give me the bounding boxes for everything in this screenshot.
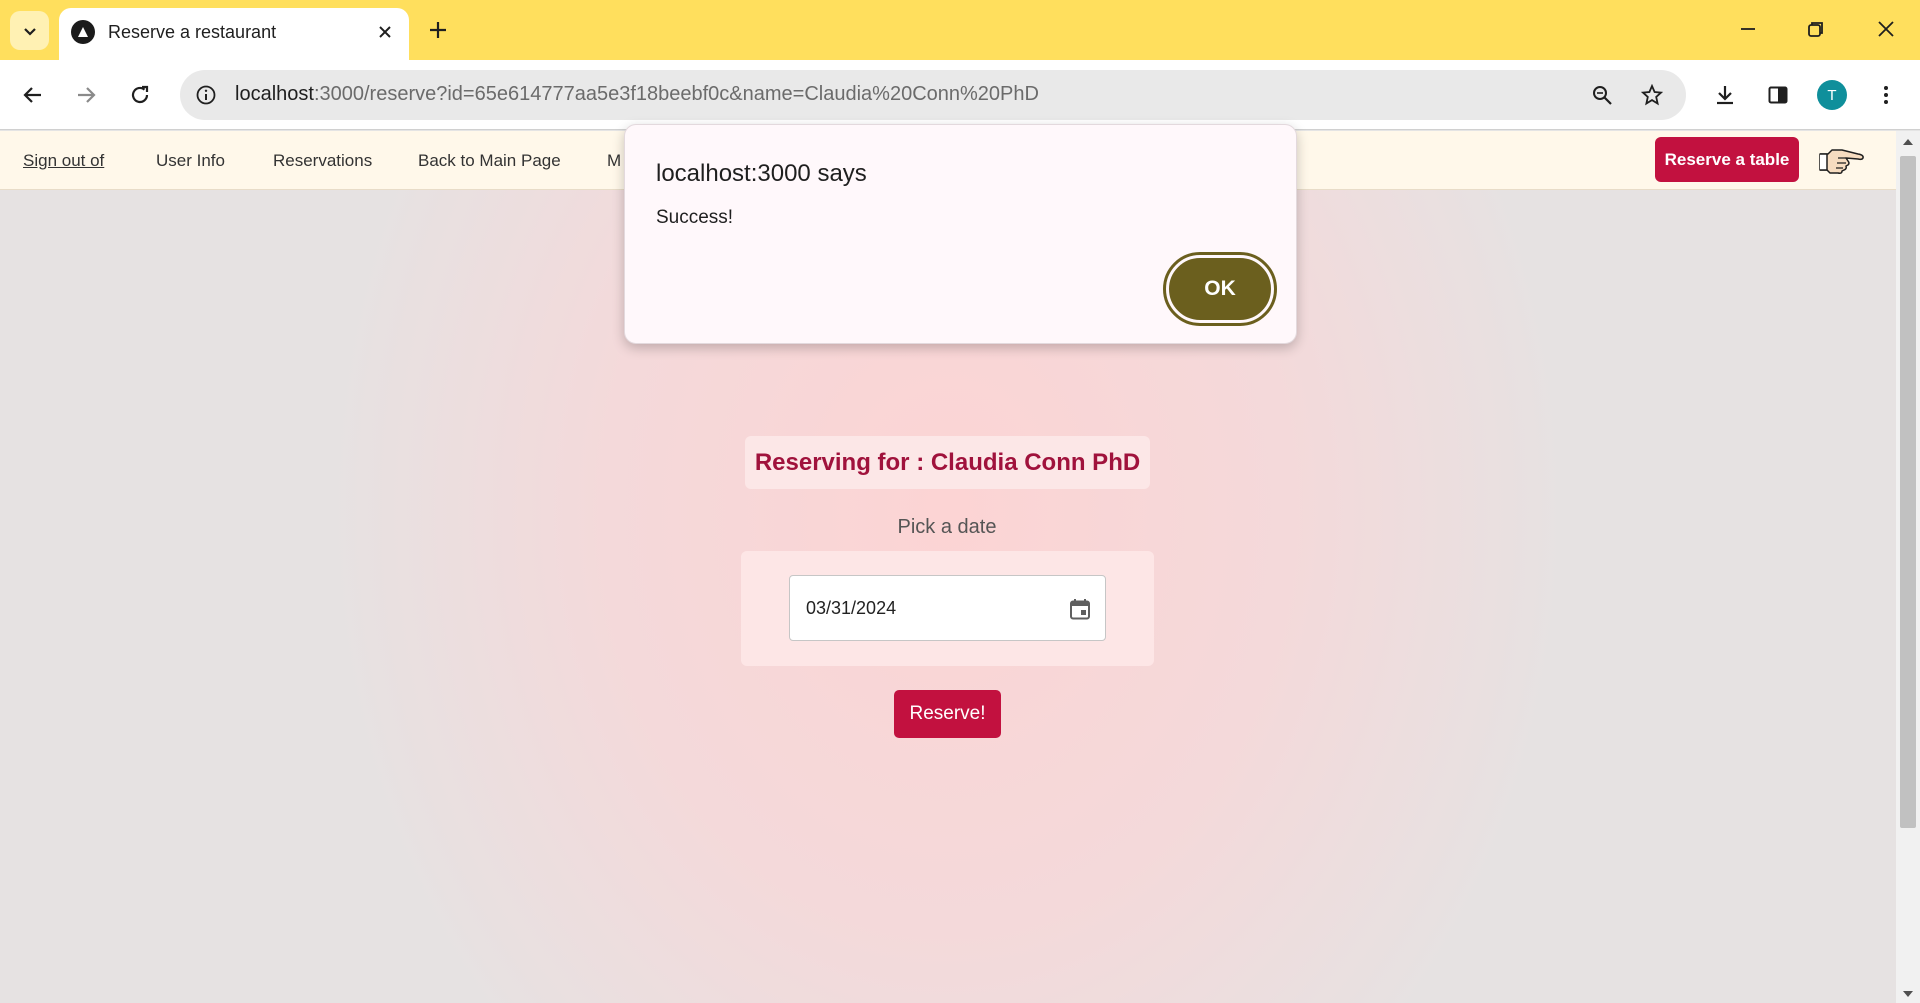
nav-item-partial[interactable]: M — [607, 151, 621, 171]
menu-kebab-icon[interactable] — [1864, 73, 1908, 117]
profile-avatar[interactable]: T — [1817, 80, 1847, 110]
browser-tab[interactable]: Reserve a restaurant — [59, 8, 409, 60]
date-input[interactable]: 03/31/2024 — [789, 575, 1106, 641]
pick-date-label: Pick a date — [897, 516, 997, 538]
chevron-down-icon — [23, 27, 36, 36]
favicon-icon — [71, 20, 95, 44]
scroll-up-icon[interactable] — [1903, 139, 1913, 145]
reserving-for-heading: Reserving for : Claudia Conn PhD — [745, 436, 1150, 489]
reserve-table-button[interactable]: Reserve a table — [1655, 137, 1799, 182]
forward-icon[interactable] — [64, 73, 108, 117]
reserve-button[interactable]: Reserve! — [894, 690, 1001, 738]
close-window-icon[interactable] — [1858, 6, 1914, 52]
nav-back-to-main[interactable]: Back to Main Page — [418, 151, 561, 171]
pointing-hand-icon — [1819, 149, 1864, 174]
ok-button[interactable]: OK — [1163, 252, 1277, 326]
scroll-down-icon[interactable] — [1903, 991, 1913, 997]
back-icon[interactable] — [11, 73, 55, 117]
side-panel-icon[interactable] — [1756, 73, 1800, 117]
new-tab-icon[interactable] — [420, 12, 456, 48]
nav-reservations[interactable]: Reservations — [273, 151, 372, 171]
nav-user-info[interactable]: User Info — [156, 151, 225, 171]
tab-close-icon[interactable] — [373, 20, 397, 44]
page-scrollbar[interactable] — [1896, 131, 1920, 1003]
download-icon[interactable] — [1703, 73, 1747, 117]
url-path: :3000/reserve?id=65e614777aa5e3f18beebf0… — [313, 83, 1039, 105]
alert-dialog: localhost:3000 says Success! OK — [624, 124, 1297, 344]
url-host: localhost — [235, 83, 314, 105]
bookmark-star-icon[interactable] — [1635, 78, 1669, 112]
dialog-title: localhost:3000 says — [656, 160, 867, 187]
calendar-icon[interactable] — [1066, 595, 1094, 623]
zoom-icon[interactable] — [1585, 78, 1619, 112]
restore-icon[interactable] — [1788, 6, 1844, 52]
date-input-value: 03/31/2024 — [806, 598, 897, 618]
tab-title: Reserve a restaurant — [108, 22, 277, 42]
address-bar[interactable]: localhost:3000/reserve?id=65e614777aa5e3… — [180, 70, 1686, 120]
browser-tab-bar: Reserve a restaurant — [0, 0, 1920, 60]
nav-sign-out[interactable]: Sign out of — [23, 151, 104, 171]
browser-toolbar: localhost:3000/reserve?id=65e614777aa5e3… — [0, 60, 1920, 130]
reload-icon[interactable] — [118, 73, 162, 117]
dialog-message: Success! — [656, 207, 734, 228]
site-info-icon[interactable] — [190, 79, 222, 111]
tab-search-button[interactable] — [10, 11, 49, 50]
scroll-thumb[interactable] — [1900, 156, 1916, 828]
url-text[interactable]: localhost:3000/reserve?id=65e614777aa5e3… — [235, 83, 1039, 106]
minimize-icon[interactable] — [1720, 6, 1776, 52]
date-panel: 03/31/2024 — [741, 551, 1154, 666]
